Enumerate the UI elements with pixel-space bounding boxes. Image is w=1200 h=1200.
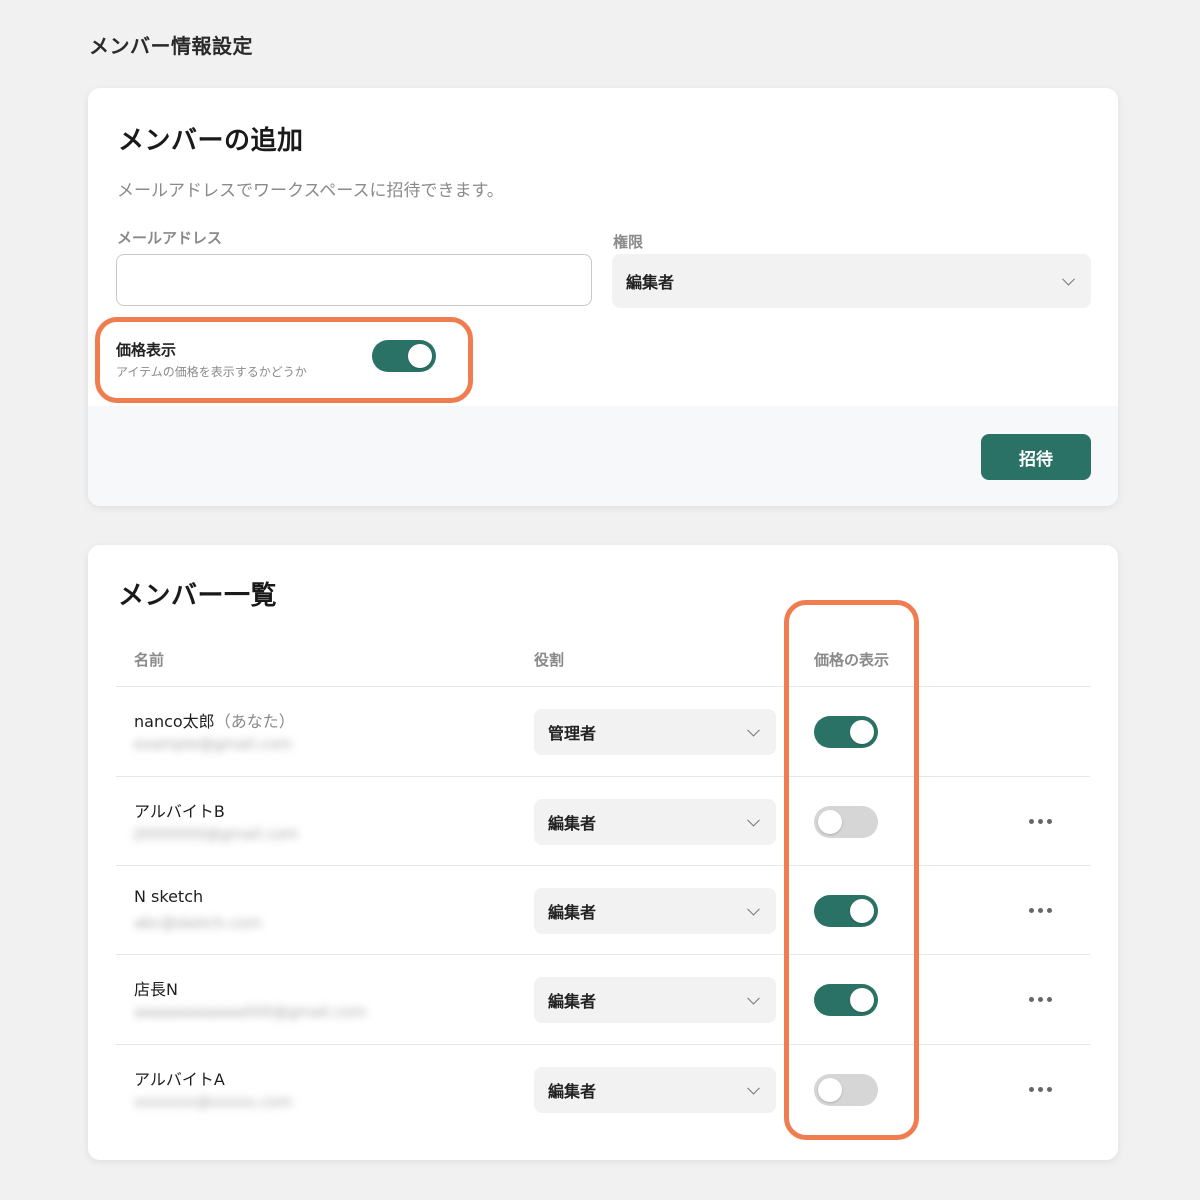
email-input[interactable]: [116, 254, 592, 306]
toggle-knob: [850, 899, 874, 923]
member-price-toggle[interactable]: [814, 984, 878, 1016]
role-label: 権限: [613, 233, 644, 251]
more-options-icon[interactable]: [1029, 819, 1052, 824]
member-name: アルバイトA: [134, 1066, 225, 1090]
chevron-down-icon: [747, 813, 760, 827]
toggle-knob: [818, 810, 842, 834]
member-role-value: 編集者: [548, 1082, 597, 1101]
member-email: aaaaaaaaaaaa000@gmail.com: [134, 1003, 367, 1021]
member-email: xxxxxxx@xxxxx.com: [134, 1093, 293, 1111]
member-name: nanco太郎（あなた）: [134, 708, 295, 732]
column-header-role: 役割: [534, 651, 565, 669]
column-header-price: 価格の表示: [814, 651, 890, 669]
chevron-down-icon: [1062, 272, 1075, 286]
email-label: メールアドレス: [117, 229, 223, 247]
more-options-icon[interactable]: [1029, 1087, 1052, 1092]
chevron-down-icon: [747, 1081, 760, 1095]
member-role-select[interactable]: 編集者: [534, 888, 776, 934]
more-options-icon[interactable]: [1029, 997, 1052, 1002]
chevron-down-icon: [747, 723, 760, 737]
member-role-value: 編集者: [548, 814, 597, 833]
more-options-icon[interactable]: [1029, 908, 1052, 913]
member-name-text: アルバイトB: [134, 802, 225, 821]
member-role-value: 編集者: [548, 992, 597, 1011]
role-select-value: 編集者: [626, 273, 675, 292]
add-member-title: メンバーの追加: [118, 126, 304, 156]
invite-button[interactable]: 招待: [981, 434, 1091, 480]
member-role-value: 管理者: [548, 724, 597, 743]
member-name-text: 店長N: [134, 980, 178, 999]
price-display-subtitle: アイテムの価格を表示するかどうか: [116, 365, 307, 379]
member-row: nanco太郎（あなた） example@gmail.com 管理者: [116, 686, 1090, 775]
member-email: abc@sketch.com: [134, 914, 262, 932]
member-price-toggle[interactable]: [814, 806, 878, 838]
member-name-text: アルバイトA: [134, 1070, 225, 1089]
toggle-knob: [408, 344, 432, 368]
add-member-footer: 招待: [88, 406, 1118, 506]
price-display-toggle[interactable]: [372, 340, 436, 372]
member-row: 店長N aaaaaaaaaaaa000@gmail.com 編集者: [116, 954, 1090, 1043]
member-name: 店長N: [134, 976, 178, 1000]
member-row: N sketch abc@sketch.com 編集者: [116, 865, 1090, 954]
member-row: アルバイトB j0000000@gmail.com 編集者: [116, 776, 1090, 865]
member-role-select[interactable]: 編集者: [534, 977, 776, 1023]
member-name-text: nanco太郎: [134, 712, 215, 731]
member-role-select[interactable]: 編集者: [534, 799, 776, 845]
role-select[interactable]: 編集者: [612, 254, 1091, 308]
member-price-toggle[interactable]: [814, 895, 878, 927]
member-name: アルバイトB: [134, 798, 225, 822]
column-header-name: 名前: [134, 651, 165, 669]
member-email: example@gmail.com: [134, 735, 293, 753]
member-name: N sketch: [134, 887, 203, 906]
page-title: メンバー情報設定: [89, 34, 253, 58]
member-price-toggle[interactable]: [814, 1074, 878, 1106]
member-price-toggle[interactable]: [814, 716, 878, 748]
price-display-title: 価格表示: [116, 341, 177, 359]
toggle-knob: [850, 988, 874, 1012]
add-member-description: メールアドレスでワークスペースに招待できます。: [117, 181, 504, 201]
you-suffix: （あなた）: [214, 712, 295, 731]
chevron-down-icon: [747, 991, 760, 1005]
member-list-title: メンバー一覧: [118, 581, 278, 611]
member-list-card: メンバー一覧 名前 役割 価格の表示 nanco太郎（あなた） example@g…: [88, 545, 1118, 1160]
member-role-select[interactable]: 編集者: [534, 1067, 776, 1113]
member-email: j0000000@gmail.com: [134, 825, 299, 843]
chevron-down-icon: [747, 902, 760, 916]
toggle-knob: [850, 720, 874, 744]
add-member-card: メンバーの追加 メールアドレスでワークスペースに招待できます。 メールアドレス …: [88, 88, 1118, 506]
toggle-knob: [818, 1078, 842, 1102]
member-row: アルバイトA xxxxxxx@xxxxx.com 編集者: [116, 1044, 1090, 1133]
member-role-value: 編集者: [548, 903, 597, 922]
member-name-text: N sketch: [134, 887, 204, 906]
member-role-select[interactable]: 管理者: [534, 709, 776, 755]
